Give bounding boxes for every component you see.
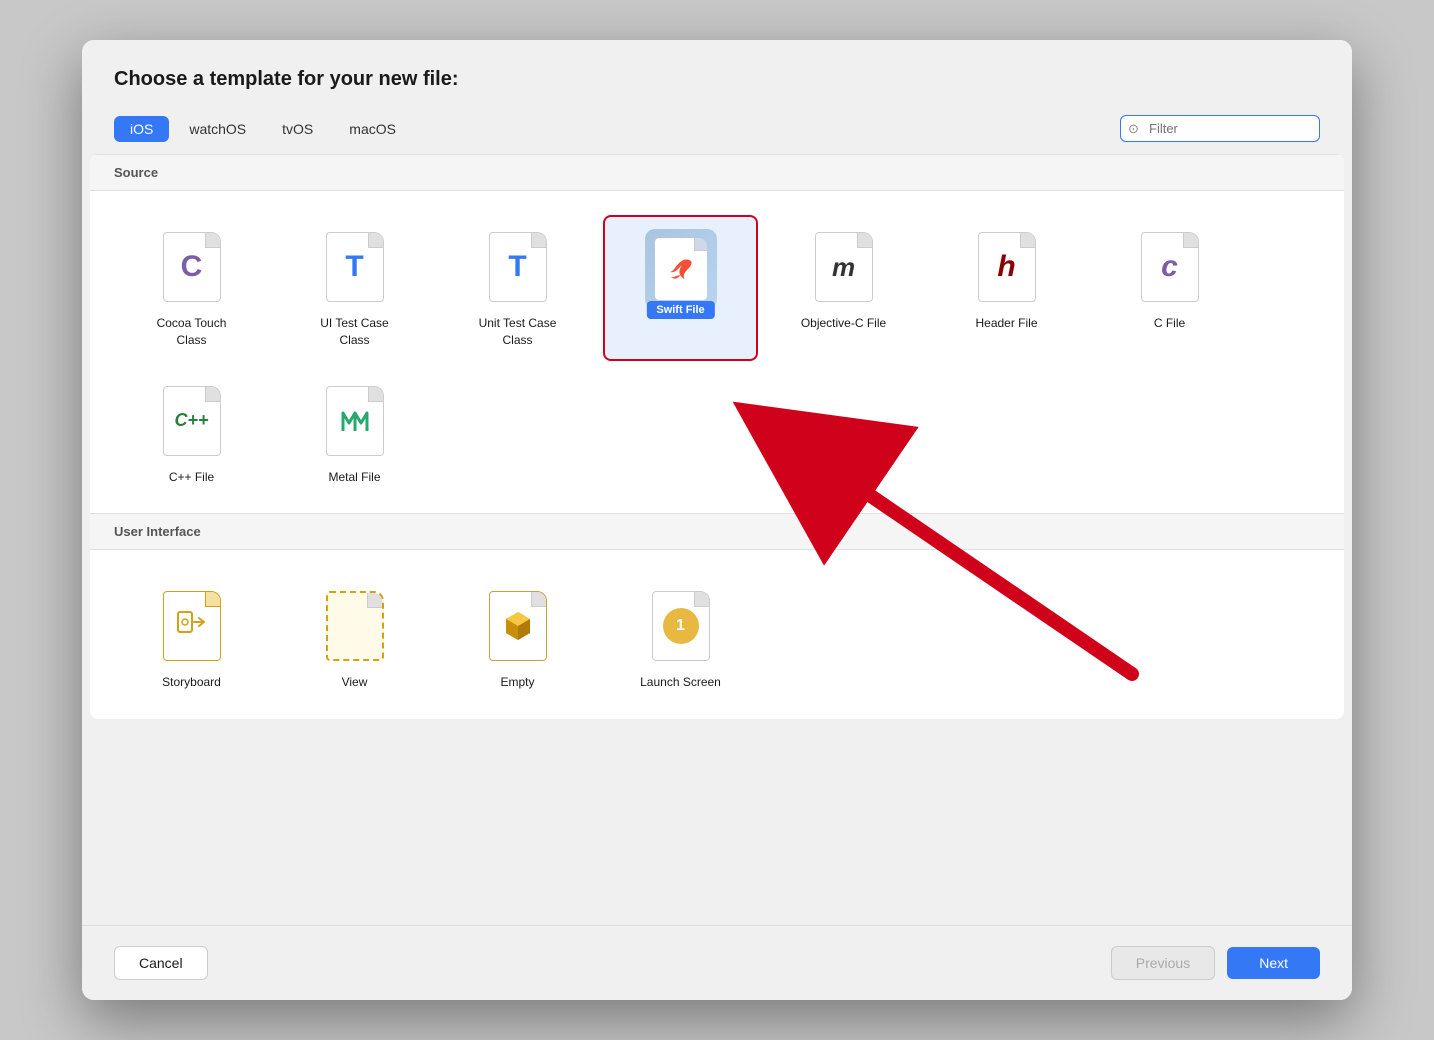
swift-file-icon: Swift File bbox=[645, 229, 717, 309]
view-label: View bbox=[342, 674, 368, 691]
template-metal[interactable]: Metal File bbox=[277, 369, 432, 498]
dialog-footer: Cancel Previous Next bbox=[82, 925, 1352, 1000]
view-icon-wrapper bbox=[319, 586, 391, 666]
empty-label: Empty bbox=[500, 674, 534, 691]
source-template-grid: C Cocoa TouchClass T UI Test CaseClass bbox=[90, 191, 1344, 513]
tab-watchos[interactable]: watchOS bbox=[173, 116, 262, 142]
unit-test-icon: T bbox=[482, 227, 554, 307]
header-label: Header File bbox=[975, 315, 1037, 332]
cpp-icon: C++ bbox=[156, 381, 228, 461]
swift-bird-svg bbox=[665, 253, 697, 285]
filter-input[interactable] bbox=[1120, 115, 1320, 142]
header-icon: h bbox=[971, 227, 1043, 307]
filter-wrapper: ⊙ bbox=[1120, 115, 1320, 142]
c-file-label: C File bbox=[1154, 315, 1185, 332]
tab-ios[interactable]: iOS bbox=[114, 116, 169, 142]
ui-test-label: UI Test CaseClass bbox=[320, 315, 388, 349]
template-view[interactable]: View bbox=[277, 574, 432, 703]
source-section-header: Source bbox=[90, 154, 1344, 191]
cancel-button[interactable]: Cancel bbox=[114, 946, 208, 980]
template-ui-test[interactable]: T UI Test CaseClass bbox=[277, 215, 432, 361]
template-launch-screen[interactable]: 1 Launch Screen bbox=[603, 574, 758, 703]
tab-macos[interactable]: macOS bbox=[333, 116, 412, 142]
ui-section-header: User Interface bbox=[90, 513, 1344, 550]
objc-label: Objective-C File bbox=[801, 315, 886, 332]
template-dialog: Choose a template for your new file: iOS… bbox=[82, 40, 1352, 1000]
content-wrapper: Source C Cocoa TouchClass bbox=[82, 154, 1352, 925]
unit-test-label: Unit Test CaseClass bbox=[479, 315, 557, 349]
metal-label: Metal File bbox=[328, 469, 380, 486]
launch-screen-icon-wrapper: 1 bbox=[645, 586, 717, 666]
filter-icon: ⊙ bbox=[1128, 121, 1139, 137]
ui-test-icon: T bbox=[319, 227, 391, 307]
user-interface-section: User Interface bbox=[90, 513, 1344, 719]
template-empty[interactable]: Empty bbox=[440, 574, 595, 703]
dialog-title: Choose a template for your new file: bbox=[114, 68, 1320, 91]
storyboard-icon-wrapper bbox=[156, 586, 228, 666]
template-cocoa-touch[interactable]: C Cocoa TouchClass bbox=[114, 215, 269, 361]
next-button[interactable]: Next bbox=[1227, 947, 1320, 979]
template-cpp[interactable]: C++ C++ File bbox=[114, 369, 269, 498]
cpp-label: C++ File bbox=[169, 469, 214, 486]
swift-badge: Swift File bbox=[646, 301, 714, 319]
template-swift-file[interactable]: Swift File bbox=[603, 215, 758, 361]
storyboard-label: Storyboard bbox=[162, 674, 221, 691]
template-header[interactable]: h Header File bbox=[929, 215, 1084, 361]
objc-icon: m bbox=[808, 227, 880, 307]
empty-icon-wrapper bbox=[482, 586, 554, 666]
tab-bar: iOS watchOS tvOS macOS ⊙ bbox=[82, 107, 1352, 154]
cocoa-touch-label: Cocoa TouchClass bbox=[157, 315, 227, 349]
launch-screen-label: Launch Screen bbox=[640, 674, 721, 691]
template-objc[interactable]: m Objective-C File bbox=[766, 215, 921, 361]
template-unit-test[interactable]: T Unit Test CaseClass bbox=[440, 215, 595, 361]
ui-template-grid: Storyboard View bbox=[90, 550, 1344, 719]
content-area: Source C Cocoa TouchClass bbox=[90, 154, 1344, 719]
template-storyboard[interactable]: Storyboard bbox=[114, 574, 269, 703]
c-file-icon: c bbox=[1134, 227, 1206, 307]
tab-tvos[interactable]: tvOS bbox=[266, 116, 329, 142]
dialog-header: Choose a template for your new file: bbox=[82, 40, 1352, 107]
cocoa-touch-icon: C bbox=[156, 227, 228, 307]
previous-button[interactable]: Previous bbox=[1111, 946, 1215, 980]
source-section: Source C Cocoa TouchClass bbox=[90, 154, 1344, 513]
metal-icon bbox=[319, 381, 391, 461]
template-c-file[interactable]: c C File bbox=[1092, 215, 1247, 361]
